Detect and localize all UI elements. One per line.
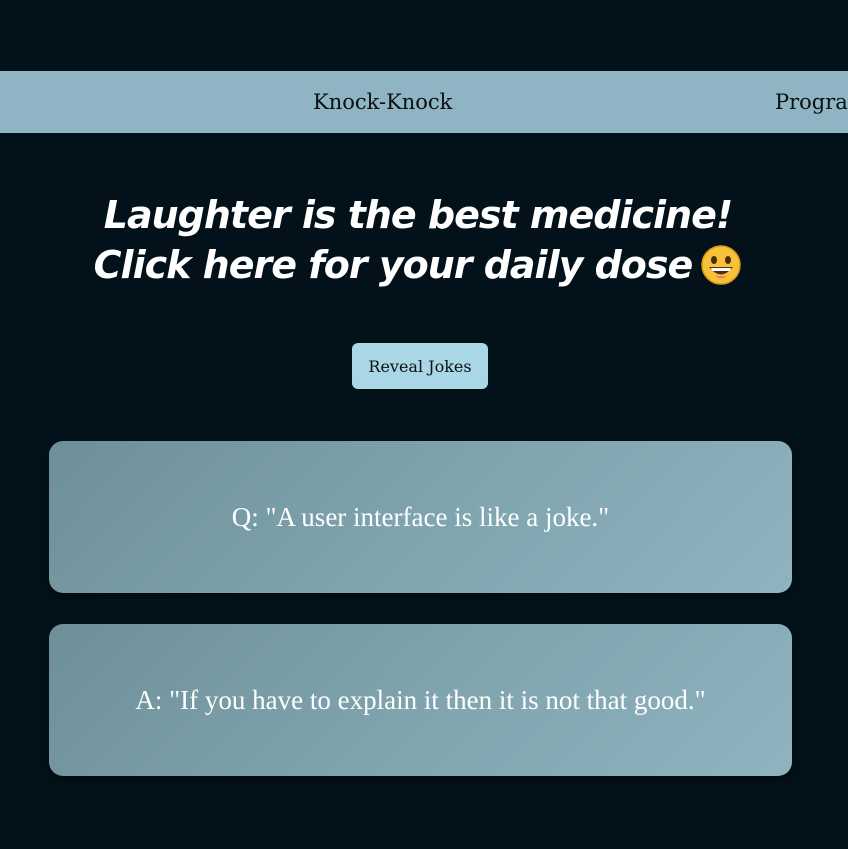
hero-line-2: Click here for your daily dose — [93, 243, 694, 287]
joke-answer-text: A: "If you have to explain it then it is… — [135, 684, 706, 715]
reveal-jokes-button[interactable]: Reveal Jokes — [352, 343, 488, 389]
hero-headline: Laughter is the best medicine! Click her… — [0, 190, 836, 290]
joke-question-card: Q: "A user interface is like a joke." — [49, 441, 792, 593]
joke-question-text: Q: "A user interface is like a joke." — [231, 501, 610, 532]
hero-line-1: Laughter is the best medicine! — [103, 193, 733, 237]
top-navbar: Knock-Knock Progra — [0, 71, 848, 133]
hero-line-2-wrapper: Click here for your daily dose — [0, 240, 836, 290]
grinning-face-emoji-icon — [701, 245, 742, 285]
nav-link-programming[interactable]: Progra — [775, 71, 848, 133]
nav-link-knock-knock[interactable]: Knock-Knock — [313, 71, 452, 133]
joke-answer-card: A: "If you have to explain it then it is… — [49, 624, 792, 776]
